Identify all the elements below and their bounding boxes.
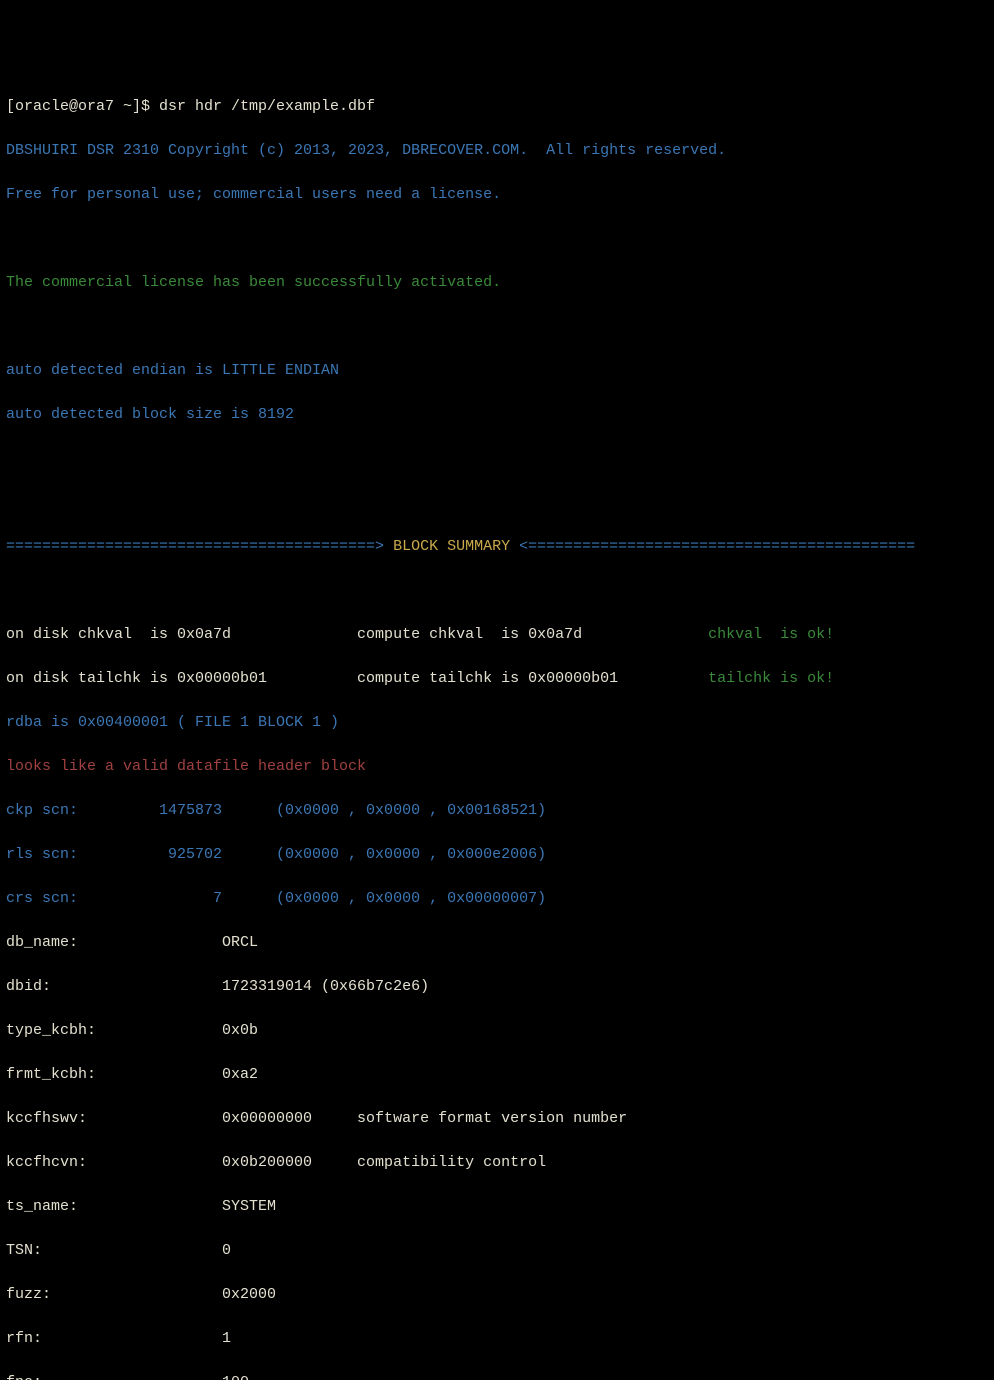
tailchk-line: on disk tailchk is 0x00000b01 compute ta… (6, 668, 988, 690)
summary-left-equals: ========================================… (6, 538, 393, 555)
fuzz-line: fuzz: 0x2000 (6, 1284, 988, 1306)
auto-detect-endian: auto detected endian is LITTLE ENDIAN (6, 360, 988, 382)
shell-prompt: [oracle@ora7 ~]$ dsr hdr /tmp/example.db… (6, 98, 375, 115)
valid-header-message: looks like a valid datafile header block (6, 756, 988, 778)
block-summary-header: ========================================… (6, 536, 988, 558)
command-prompt-line: [oracle@ora7 ~]$ dsr hdr /tmp/example.db… (6, 96, 988, 118)
tailchk-status: tailchk is ok! (708, 670, 834, 687)
db-name-line: db_name: ORCL (6, 932, 988, 954)
ckp-scn-line: ckp scn: 1475873 (0x0000 , 0x0000 , 0x00… (6, 800, 988, 822)
fno-line: fno: 100 (6, 1372, 988, 1380)
chkval-values: on disk chkval is 0x0a7d compute chkval … (6, 626, 708, 643)
dbid-line: dbid: 1723319014 (0x66b7c2e6) (6, 976, 988, 998)
chkval-status: chkval is ok! (708, 626, 834, 643)
summary-right-equals: <=======================================… (510, 538, 915, 555)
frmt-kcbh-line: frmt_kcbh: 0xa2 (6, 1064, 988, 1086)
chkval-line: on disk chkval is 0x0a7d compute chkval … (6, 624, 988, 646)
blank-line (6, 448, 988, 470)
tailchk-values: on disk tailchk is 0x00000b01 compute ta… (6, 670, 708, 687)
rls-scn-line: rls scn: 925702 (0x0000 , 0x0000 , 0x000… (6, 844, 988, 866)
copyright-line-2: Free for personal use; commercial users … (6, 184, 988, 206)
blank-line (6, 580, 988, 602)
kccfhswv-line: kccfhswv: 0x00000000 software format ver… (6, 1108, 988, 1130)
blank-line (6, 316, 988, 338)
blank-line (6, 492, 988, 514)
auto-detect-block-size: auto detected block size is 8192 (6, 404, 988, 426)
type-kcbh-line: type_kcbh: 0x0b (6, 1020, 988, 1042)
kccfhcvn-line: kccfhcvn: 0x0b200000 compatibility contr… (6, 1152, 988, 1174)
tsn-line: TSN: 0 (6, 1240, 988, 1262)
license-message: The commercial license has been successf… (6, 272, 988, 294)
summary-title: BLOCK SUMMARY (393, 538, 510, 555)
rfn-line: rfn: 1 (6, 1328, 988, 1350)
crs-scn-line: crs scn: 7 (0x0000 , 0x0000 , 0x00000007… (6, 888, 988, 910)
rdba-line: rdba is 0x00400001 ( FILE 1 BLOCK 1 ) (6, 712, 988, 734)
copyright-line-1: DBSHUIRI DSR 2310 Copyright (c) 2013, 20… (6, 140, 988, 162)
blank-line (6, 228, 988, 250)
ts-name-line: ts_name: SYSTEM (6, 1196, 988, 1218)
